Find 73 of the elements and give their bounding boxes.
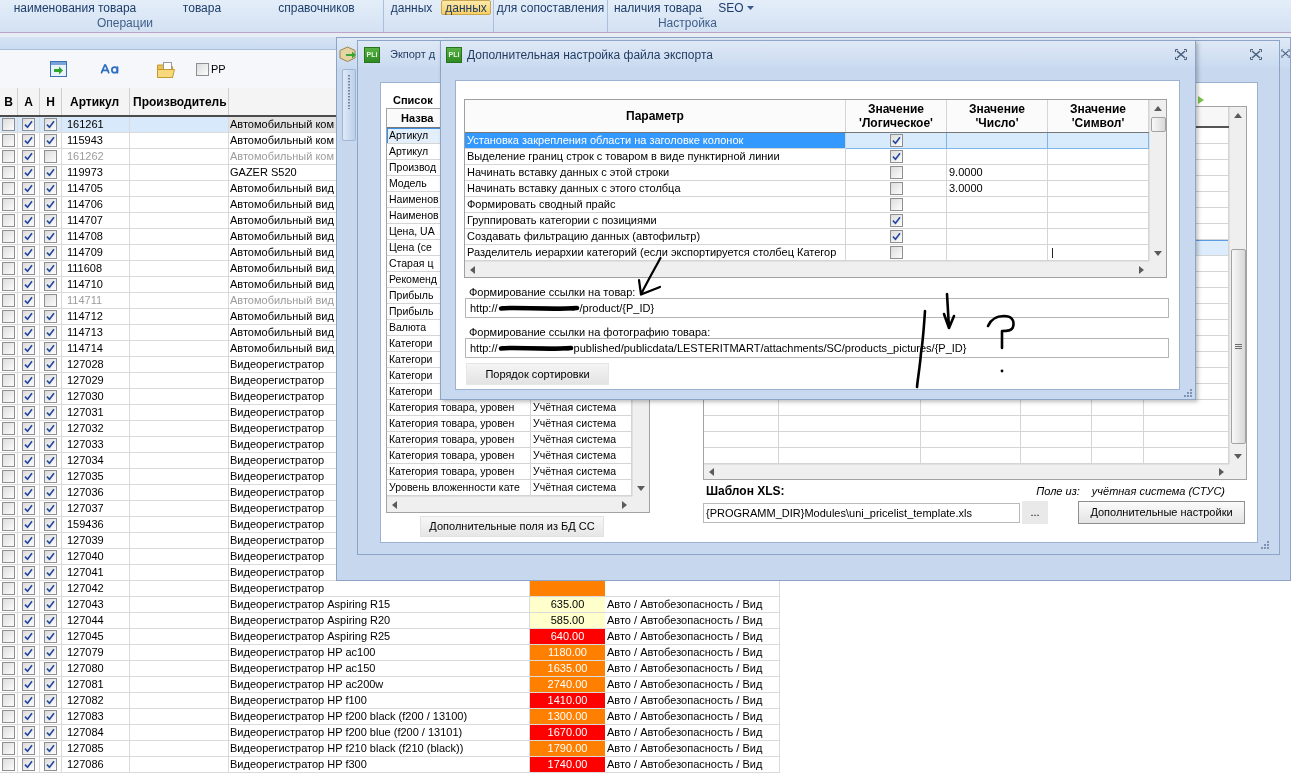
table-cell: 127045	[62, 629, 130, 644]
table-cell: 127042	[62, 581, 130, 596]
table-cell: 127035	[62, 469, 130, 484]
group-label: Операции	[96, 16, 154, 30]
field-label: Шаблон XLS:	[706, 485, 785, 498]
table-cell: 127086	[62, 757, 130, 772]
table-cell: 114710	[62, 277, 130, 292]
table-cell: Авто / Автобезопасность / Вид	[605, 629, 780, 644]
table-cell: 127082	[62, 693, 130, 708]
table-cell: 127040	[62, 549, 130, 564]
table-cell: Авто / Автобезопасность / Вид	[605, 741, 780, 756]
checkbox-label: PP	[211, 61, 226, 77]
table-cell: 127030	[62, 389, 130, 404]
table-cell: 127083	[62, 709, 130, 724]
table-cell: 127037	[62, 501, 130, 516]
table-cell: 1410.00	[530, 693, 605, 708]
table-cell: Авто / Автобезопасность / Вид	[605, 693, 780, 708]
table-cell: 119973	[62, 165, 130, 180]
field-label: Поле из:	[1036, 485, 1080, 498]
table-cell: 127043	[62, 597, 130, 612]
table-cell: 111608	[62, 261, 130, 276]
table-cell: Авто / Автобезопасность / Вид	[605, 661, 780, 676]
table-cell: 114707	[62, 213, 130, 228]
table-cell: Авто / Автобезопасность / Вид	[605, 677, 780, 692]
section-title: Список	[393, 94, 433, 106]
table-cell: Авто / Автобезопасность / Вид	[605, 597, 780, 612]
table-cell: 2740.00	[530, 677, 605, 692]
window-title: Экпорт д	[390, 47, 436, 63]
table-cell: 1300.00	[530, 709, 605, 724]
table-cell: 114709	[62, 245, 130, 260]
table-cell: 127028	[62, 357, 130, 372]
table-cell: 640.00	[530, 629, 605, 644]
table-cell: 127085	[62, 741, 130, 756]
table-cell: Авто / Автобезопасность / Вид	[605, 725, 780, 740]
table-cell: 114708	[62, 229, 130, 244]
table-cell: 114705	[62, 181, 130, 196]
table-cell: 127034	[62, 453, 130, 468]
table-cell: 161262	[62, 149, 130, 164]
table-cell: Авто / Автобезопасность / Вид	[605, 645, 780, 660]
table-cell: 127032	[62, 421, 130, 436]
table-cell: 1670.00	[530, 725, 605, 740]
table-cell: 635.00	[530, 597, 605, 612]
table-cell: 114706	[62, 197, 130, 212]
table-cell: 127036	[62, 485, 130, 500]
table-cell: 114711	[62, 293, 130, 308]
table-cell: 127084	[62, 725, 130, 740]
field-value: учётная система (СТУС)	[1091, 485, 1225, 498]
table-cell: 161261	[62, 117, 130, 132]
table-cell: 127033	[62, 437, 130, 452]
table-cell: 1790.00	[530, 741, 605, 756]
table-cell: 1635.00	[530, 661, 605, 676]
table-cell: 115943	[62, 133, 130, 148]
table-cell: 114712	[62, 309, 130, 324]
table-cell: 127080	[62, 661, 130, 676]
table-cell: Авто / Автобезопасность / Вид	[605, 709, 780, 724]
table-cell: Установка закрепления области на заголовке колонок	[465, 133, 846, 149]
window-title: Дополнительная настройка файла экспорта	[467, 46, 713, 64]
table-cell: Авто / Автобезопасность / Вид	[605, 613, 780, 628]
table-cell: 114713	[62, 325, 130, 340]
table-cell: 127079	[62, 645, 130, 660]
table-cell: 127081	[62, 677, 130, 692]
table-cell: 159436	[62, 517, 130, 532]
table-cell: 1180.00	[530, 645, 605, 660]
table-cell: 127029	[62, 373, 130, 388]
table-cell: 127044	[62, 613, 130, 628]
table-cell: Авто / Автобезопасность / Вид	[605, 757, 780, 772]
table-cell: 1740.00	[530, 757, 605, 772]
table-cell: 585.00	[530, 613, 605, 628]
table-cell: 127041	[62, 565, 130, 580]
table-cell: 127031	[62, 405, 130, 420]
group-label: Настройка	[657, 16, 718, 30]
table-cell: 114714	[62, 341, 130, 356]
table-cell: 127039	[62, 533, 130, 548]
